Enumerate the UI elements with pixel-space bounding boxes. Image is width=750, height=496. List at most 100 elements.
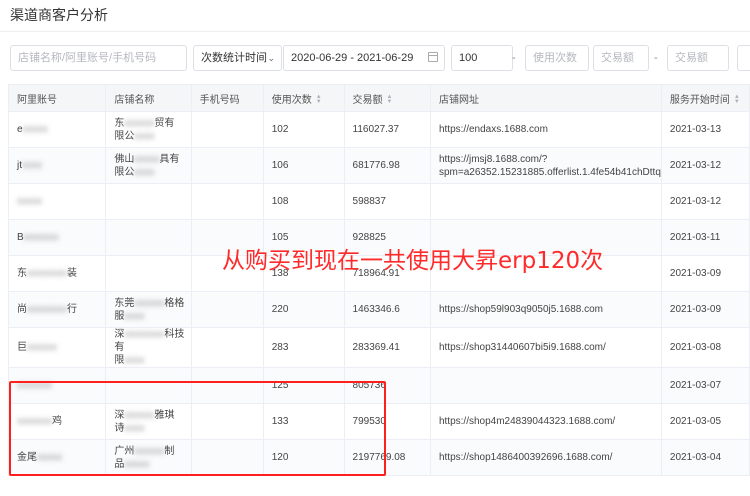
masked-text: xxxxxxx — [17, 416, 52, 427]
filter-input-partial[interactable] — [737, 45, 750, 71]
column-header-start-date[interactable]: 服务开始时间 ▲ ▼ — [660, 84, 750, 112]
cell-account: 金尾xxxxx — [7, 439, 107, 476]
sort-icon[interactable]: ▲ ▼ — [316, 94, 322, 105]
cell-shop-url[interactable]: https://shop59l903q9050j5.1688.com — [429, 291, 662, 328]
column-header-shop-url: 店铺网址 — [429, 84, 662, 112]
customer-table: 阿里账号 店铺名称 手机号码 使用次数 ▲ ▼ 交易额 ▲ ▼ 店铺网址 服务开始时间 ▲… — [7, 84, 750, 476]
cell-account: jtxxxx — [7, 147, 107, 184]
cell-shop-name — [105, 255, 192, 292]
cell-usage-count: 102 — [262, 111, 345, 148]
masked-text: xxxxx — [37, 452, 62, 463]
masked-text: xxxx — [134, 166, 155, 178]
cell-start-date: 2021-03-13 — [660, 111, 750, 148]
masked-text: xxxxx — [124, 458, 150, 470]
cell-start-date: 2021-03-05 — [660, 403, 750, 440]
cell-start-date: 2021-03-08 — [660, 327, 750, 368]
cell-start-date: 2021-03-07 — [660, 367, 750, 404]
trade-min-input[interactable]: 交易额 — [593, 45, 649, 71]
cell-shop-url[interactable]: https://shop1486400392696.1688.com/ — [429, 439, 662, 476]
masked-text: xxxxxx — [124, 117, 155, 129]
cell-account: 东xxxxxxxx装 — [7, 255, 107, 292]
masked-text: xxxxxxx — [23, 232, 59, 243]
cell-start-date: 2021-03-04 — [660, 439, 750, 476]
annotation-text: 从购买到现在一共使用大昇erp120次 — [222, 248, 604, 274]
cell-trade-amount: 2197769.08 — [343, 439, 431, 476]
sort-icon[interactable]: ▲ ▼ — [387, 94, 393, 105]
cell-account: xxxxxxx — [7, 367, 107, 404]
cell-trade-amount: 799530 — [343, 403, 431, 440]
table-row[interactable]: 巨xxxxxx 深xxxxxxxx科技有 限xxxx 283 283369.41 http… — [7, 327, 750, 368]
column-header-account: 阿里账号 — [7, 84, 107, 112]
cell-trade-amount: 116027.37 — [343, 111, 431, 148]
cell-shop-url[interactable]: https://shop31440607bi5i9.1688.com/ — [429, 327, 662, 368]
cell-phone — [190, 183, 264, 220]
masked-text: xxxxxxxx — [27, 304, 67, 315]
masked-text: xxxx — [124, 310, 145, 322]
cell-start-date: 2021-03-11 — [660, 219, 750, 256]
cell-phone — [190, 403, 264, 440]
cell-account: 巨xxxxxx — [7, 327, 107, 368]
cell-shop-name: 广州xxxxxx制 品xxxxx — [105, 439, 192, 476]
masked-text: xxxxx — [134, 153, 160, 165]
masked-text: xxxx — [124, 422, 145, 434]
column-header-shop-name: 店铺名称 — [105, 84, 192, 112]
cell-shop-url[interactable] — [429, 367, 662, 404]
cell-shop-name: 深xxxxxx雅琪 诗xxxx — [105, 403, 192, 440]
cell-usage-count: 108 — [262, 183, 345, 220]
masked-text: xxxx — [134, 130, 155, 142]
cell-account: xxxxxxx鸡 — [7, 403, 107, 440]
masked-text: xxxxx — [17, 196, 42, 207]
date-range-value: 2020-06-29 - 2021-06-29 — [291, 52, 414, 64]
cell-shop-name: 东莞xxxxxx格格 服xxxx — [105, 291, 192, 328]
cell-usage-count: 220 — [262, 291, 345, 328]
masked-text: xxxxx — [22, 124, 48, 135]
cell-phone — [190, 147, 264, 184]
column-header-trade-amount[interactable]: 交易额 ▲ ▼ — [343, 84, 431, 112]
table-row[interactable]: jtxxxx 佛山xxxxx具有 限公xxxx 106 681776.98 https:/… — [7, 147, 750, 184]
cell-shop-url[interactable] — [429, 183, 662, 220]
masked-text: xxxx — [22, 160, 42, 171]
cell-trade-amount: 1463346.6 — [343, 291, 431, 328]
cell-trade-amount: 681776.98 — [343, 147, 431, 184]
cell-shop-url[interactable]: https://endaxs.1688.com — [429, 111, 662, 148]
column-header-phone: 手机号码 — [190, 84, 264, 112]
masked-text: xxxxxxxx — [27, 268, 67, 279]
cell-start-date: 2021-03-12 — [660, 147, 750, 184]
range-separator: - — [512, 52, 516, 64]
cell-account: exxxxx — [7, 111, 107, 148]
stat-type-label: 次数统计时间 — [201, 52, 267, 64]
usage-max-input[interactable]: 使用次数 — [525, 45, 589, 71]
table-row[interactable]: 尚xxxxxxxx行 东莞xxxxxx格格 服xxxx 220 1463346.6 htt… — [7, 291, 750, 328]
sort-icon[interactable]: ▲ ▼ — [734, 94, 740, 105]
title-divider — [0, 31, 750, 32]
cell-trade-amount: 283369.41 — [343, 327, 431, 368]
table-row[interactable]: exxxxx 东xxxxxx贸有 限公xxxx 102 116027.37 https:/… — [7, 111, 750, 148]
trade-max-input[interactable]: 交易额 — [667, 45, 729, 71]
table-row[interactable]: 金尾xxxxx 广州xxxxxx制 品xxxxx 120 2197769.08 https… — [7, 439, 750, 476]
column-header-usage-count[interactable]: 使用次数 ▲ ▼ — [262, 84, 345, 112]
stat-type-select[interactable]: 次数统计时间 ⌄ — [193, 45, 282, 71]
cell-shop-url[interactable]: https://shop4m24839044323.1688.com/ — [429, 403, 662, 440]
cell-usage-count: 125 — [262, 367, 345, 404]
cell-shop-url[interactable]: https://jmsj8.1688.com/?spm=a26352.15231… — [429, 147, 662, 184]
cell-shop-name: 深xxxxxxxx科技有 限xxxx — [105, 327, 192, 368]
search-input[interactable]: 店铺名称/阿里账号/手机号码 — [10, 45, 187, 71]
cell-phone — [190, 367, 264, 404]
cell-shop-name: 佛山xxxxx具有 限公xxxx — [105, 147, 192, 184]
cell-usage-count: 120 — [262, 439, 345, 476]
cell-usage-count: 283 — [262, 327, 345, 368]
masked-text: xxxxxxx — [17, 380, 52, 391]
cell-start-date: 2021-03-09 — [660, 255, 750, 292]
cell-account: Bxxxxxxx — [7, 219, 107, 256]
cell-phone — [190, 327, 264, 368]
usage-min-input[interactable]: 100 — [451, 45, 513, 71]
cell-phone — [190, 439, 264, 476]
masked-text: xxxx — [124, 355, 145, 366]
date-range-picker[interactable]: 2020-06-29 - 2021-06-29 — [283, 45, 445, 71]
cell-trade-amount: 805736 — [343, 367, 431, 404]
cell-account: 尚xxxxxxxx行 — [7, 291, 107, 328]
table-row[interactable]: xxxxxxx鸡 深xxxxxx雅琪 诗xxxx 133 799530 https://s… — [7, 403, 750, 440]
table-row[interactable]: xxxxxxx 125 805736 2021-03-07 — [7, 367, 750, 404]
table-row[interactable]: xxxxx 108 598837 2021-03-12 — [7, 183, 750, 220]
cell-phone — [190, 291, 264, 328]
